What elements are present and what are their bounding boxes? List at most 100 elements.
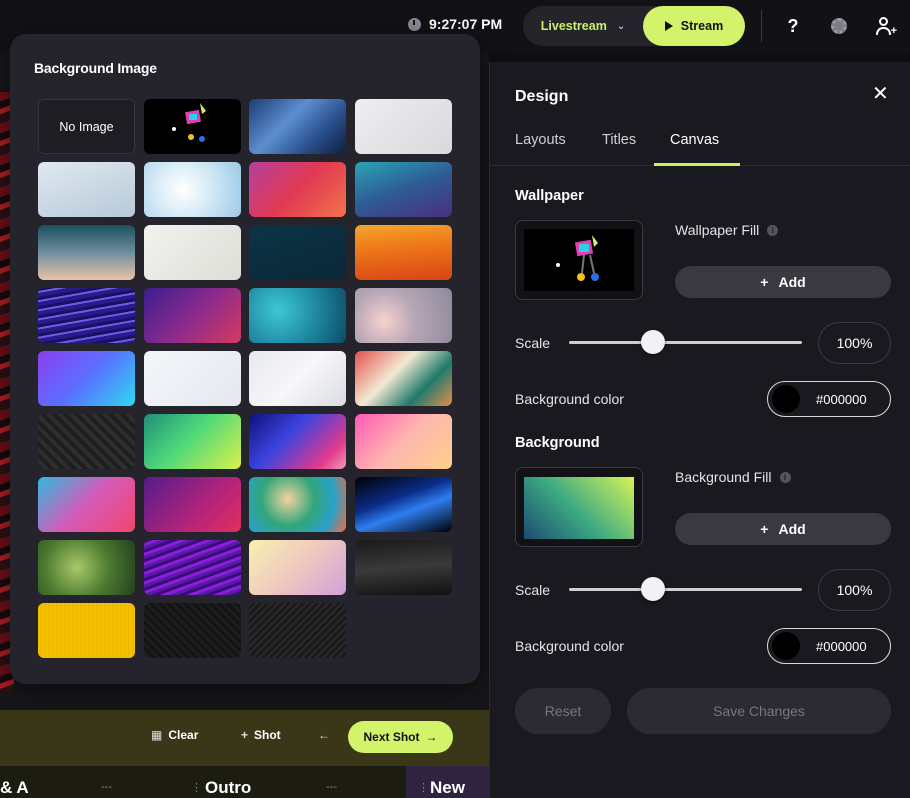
plus-icon: + [241,728,249,742]
thumbnail-sunset-gradient[interactable] [38,225,135,280]
next-shot-button[interactable]: Next Shot → [348,721,453,753]
wallpaper-scale-input[interactable]: 100% [818,322,891,364]
clock-time: 9:27:07 PM [429,16,503,32]
wallpaper-preview-image [524,229,634,291]
clear-icon: ▦ [151,728,163,742]
tab-layouts[interactable]: Layouts [515,132,566,148]
thumbnail-colorful-blur[interactable] [249,477,346,532]
plus-icon: + [760,274,769,290]
settings-gear-icon[interactable] [827,14,851,38]
stream-button[interactable]: Stream [643,6,745,46]
previous-shot-button[interactable]: ← [318,728,330,742]
save-changes-button[interactable]: Save Changes [627,688,891,734]
active-tab-indicator [654,163,740,166]
tab-titles[interactable]: Titles [602,132,636,148]
chevron-down-icon: ⌄ [616,20,626,32]
thumbnail-pink-yellow-gradient[interactable] [354,414,452,469]
thumbnail-blue-pink-paint[interactable] [38,477,135,532]
thumbnail-yellow-texture[interactable] [38,603,135,658]
thumbnail-black-dunes[interactable] [354,540,452,595]
background-fill-label: Background Fill i [675,469,791,485]
wallpaper-color-picker[interactable]: #000000 [767,381,891,417]
clear-button[interactable]: ▦ Clear [151,728,198,742]
plus-icon: + [760,521,769,537]
wallpaper-preview[interactable] [515,220,643,300]
close-icon[interactable]: ✕ [872,84,889,104]
design-panel: Design ✕ Layouts Titles Canvas Wallpaper… [489,62,910,798]
color-swatch [772,385,800,413]
clock-icon [408,17,421,31]
thumbnail-purple-light-streaks[interactable] [38,288,135,343]
clock: 9:27:07 PM [408,16,502,32]
stream-controls: Livestream ⌄ Stream [523,6,745,46]
stream-label: Stream [680,19,724,33]
thumbnail-green-bokeh[interactable] [38,540,135,595]
panel-title: Design [515,88,569,105]
wallpaper-scale-slider[interactable] [569,341,802,344]
wallpaper-add-button[interactable]: + Add [675,266,891,298]
wallpaper-fill-label: Wallpaper Fill i [675,222,779,238]
thumbnail-teal-purple-gradient[interactable] [354,162,452,217]
background-preview[interactable] [515,467,643,547]
wallpaper-scale-handle[interactable] [640,330,665,354]
wallpaper-section-title: Wallpaper [515,188,584,204]
info-icon[interactable]: i [767,224,779,236]
thumbnail-blue-glass-building[interactable] [249,99,346,154]
livestream-label: Livestream [540,19,607,33]
shot-tile-label[interactable]: Outro [205,778,251,798]
thumbnail-dark-teal[interactable] [249,225,346,280]
add-user-icon[interactable]: + [873,14,897,38]
thumbnail-magenta-purple[interactable] [143,477,241,532]
thumbnail-tropical-leaves[interactable] [354,351,452,406]
thumbnail-dark-pattern[interactable] [38,414,135,469]
thumbnail-no-image[interactable]: No Image [38,99,135,154]
thumbnail-white-fold[interactable] [143,225,241,280]
separator-dash: --- [101,781,112,793]
reset-button[interactable]: Reset [515,688,611,734]
help-icon[interactable]: ? [781,14,805,38]
tab-canvas[interactable]: Canvas [670,132,719,148]
background-section-title: Background [515,435,600,451]
tab-bar: Layouts Titles Canvas [490,124,910,166]
background-scale-handle[interactable] [640,577,665,601]
livestream-dropdown[interactable]: Livestream ⌄ [523,6,643,46]
separator-dot: ⋮ [191,782,202,794]
new-shot-label[interactable]: New [430,778,465,798]
background-scale-slider[interactable] [569,588,802,591]
wallpaper-bg-color-label: Background color [515,391,624,407]
background-scale-input[interactable]: 100% [818,569,891,611]
thumbnail-teal-particles[interactable] [249,288,346,343]
background-bg-color-label: Background color [515,638,624,654]
background-preview-image [524,477,634,539]
divider [761,10,762,42]
thumbnail-orange-curve[interactable] [354,225,452,280]
thumbnail-purple-wave-lines[interactable] [143,540,241,595]
arrow-right-icon: → [425,730,438,744]
thumbnail-green-yellow-gradient[interactable] [143,414,241,469]
add-shot-button[interactable]: + Shot [241,728,281,742]
color-hex-value: #000000 [816,391,867,407]
thumbnail-red-pink-gradient[interactable] [249,162,346,217]
thumbnail-white-waves[interactable] [249,351,346,406]
thumbnail-black-texture[interactable] [143,603,241,658]
thumbnail-blue-pink-blur[interactable] [249,414,346,469]
play-icon [664,21,673,31]
thumbnail-dark-diagonal-lines[interactable] [249,603,346,658]
thumbnail-white-paper-texture[interactable] [354,99,452,154]
arrow-left-icon: ← [318,728,330,742]
background-add-button[interactable]: + Add [675,513,891,545]
thumbnail-dark-blue-geometric[interactable] [354,477,452,532]
thumbnail-violet-cyan-wave[interactable] [38,351,135,406]
thumbnail-mascot-black[interactable] [143,99,241,154]
thumbnail-light-blue-lines[interactable] [38,162,135,217]
thumbnail-bokeh-lights[interactable] [354,288,452,343]
thumbnail-sky-clouds[interactable] [143,162,241,217]
color-swatch [772,632,800,660]
separator-dot: ⋮ [418,782,429,794]
info-icon[interactable]: i [779,471,791,483]
thumbnail-pastel-gradient[interactable] [249,540,346,595]
background-color-picker[interactable]: #000000 [767,628,891,664]
shot-tile-label[interactable]: & A [0,778,29,798]
thumbnail-purple-red-gradient[interactable] [143,288,241,343]
thumbnail-white-cracks[interactable] [143,351,241,406]
